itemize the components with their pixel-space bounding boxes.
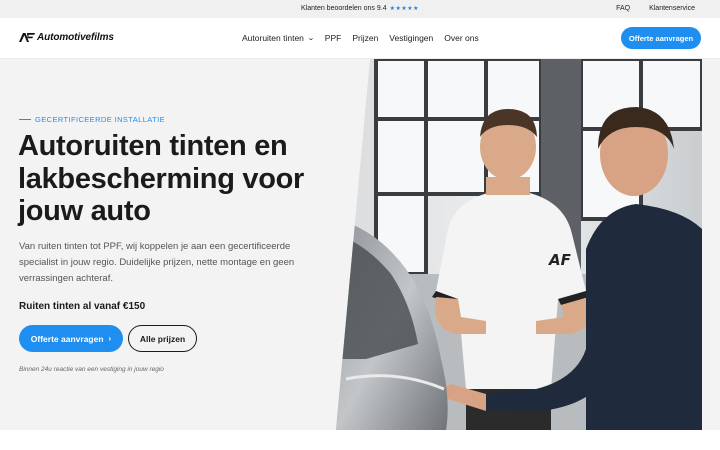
hero-headline: Autoruiten tinten en lakbescherming voor…	[18, 130, 338, 228]
customer-service-link[interactable]: Klantenservice	[649, 5, 695, 12]
shirt-logo: AF	[548, 251, 572, 269]
all-prices-button[interactable]: Alle prijzen	[128, 325, 197, 352]
response-note: Binnen 24u reactie van een vestiging in …	[19, 366, 164, 373]
eyebrow-text: GECERTIFICEERDE INSTALLATIE	[35, 115, 165, 124]
headline-line: Autoruiten tinten en	[18, 130, 288, 162]
nav-item-prijzen[interactable]: Prijzen	[352, 33, 378, 43]
nav-item-label: Prijzen	[352, 33, 379, 43]
hero-eyebrow: GECERTIFICEERDE INSTALLATIE	[19, 115, 165, 124]
nav-quote-button[interactable]: Offerte aanvragen	[621, 27, 701, 49]
logo-text: Automotivefilms	[37, 32, 114, 43]
rating-stars-icon: ★★★★★	[389, 6, 420, 12]
quote-button-label: Offerte aanvragen	[30, 333, 104, 344]
faq-link[interactable]: FAQ	[616, 5, 630, 12]
nav-item-ppf[interactable]: PPF	[325, 33, 342, 43]
headline-line: lakbescherming voor	[18, 162, 305, 195]
top-bar: Klanten beoordelen ons 9.4 ★★★★★ FAQ Klan…	[0, 0, 720, 18]
headline-line: jouw auto	[18, 195, 151, 227]
nav-item-label: PPF	[324, 33, 342, 43]
hero-photo: AF	[336, 59, 702, 430]
page-bottom	[0, 430, 720, 450]
hero-description: Van ruiten tinten tot PPF, wij koppelen …	[19, 241, 295, 284]
nav-item-label: Over ons	[444, 33, 479, 43]
nav-item-vestigingen[interactable]: Vestigingen	[389, 33, 433, 43]
hero-section: GECERTIFICEERDE INSTALLATIE Autoruiten t…	[0, 59, 720, 430]
eyebrow-line	[19, 119, 31, 120]
main-nav: Automotivefilms Autoruiten tinten ⌄ PPF …	[0, 18, 720, 59]
logo[interactable]: Automotivefilms	[19, 32, 114, 43]
nav-item-label: Vestigingen	[389, 33, 434, 43]
price-highlight: Ruiten tinten al vanaf €150	[19, 301, 146, 312]
quote-button[interactable]: Offerte aanvragen ›	[19, 325, 123, 352]
chevron-right-icon: ›	[108, 334, 112, 343]
nav-item-autoruiten-tinten[interactable]: Autoruiten tinten ⌄	[242, 33, 315, 43]
af-logo-icon	[19, 33, 35, 42]
top-links: FAQ Klantenservice	[599, 5, 695, 12]
nav-item-over-ons[interactable]: Over ons	[444, 33, 479, 43]
rating-text: Klanten beoordelen ons 9.4	[300, 5, 387, 12]
nav-item-label: Autoruiten tinten	[242, 33, 304, 43]
nav-menu: Autoruiten tinten ⌄ PPF Prijzen Vestigin…	[242, 33, 490, 43]
chevron-down-icon: ⌄	[307, 35, 315, 42]
